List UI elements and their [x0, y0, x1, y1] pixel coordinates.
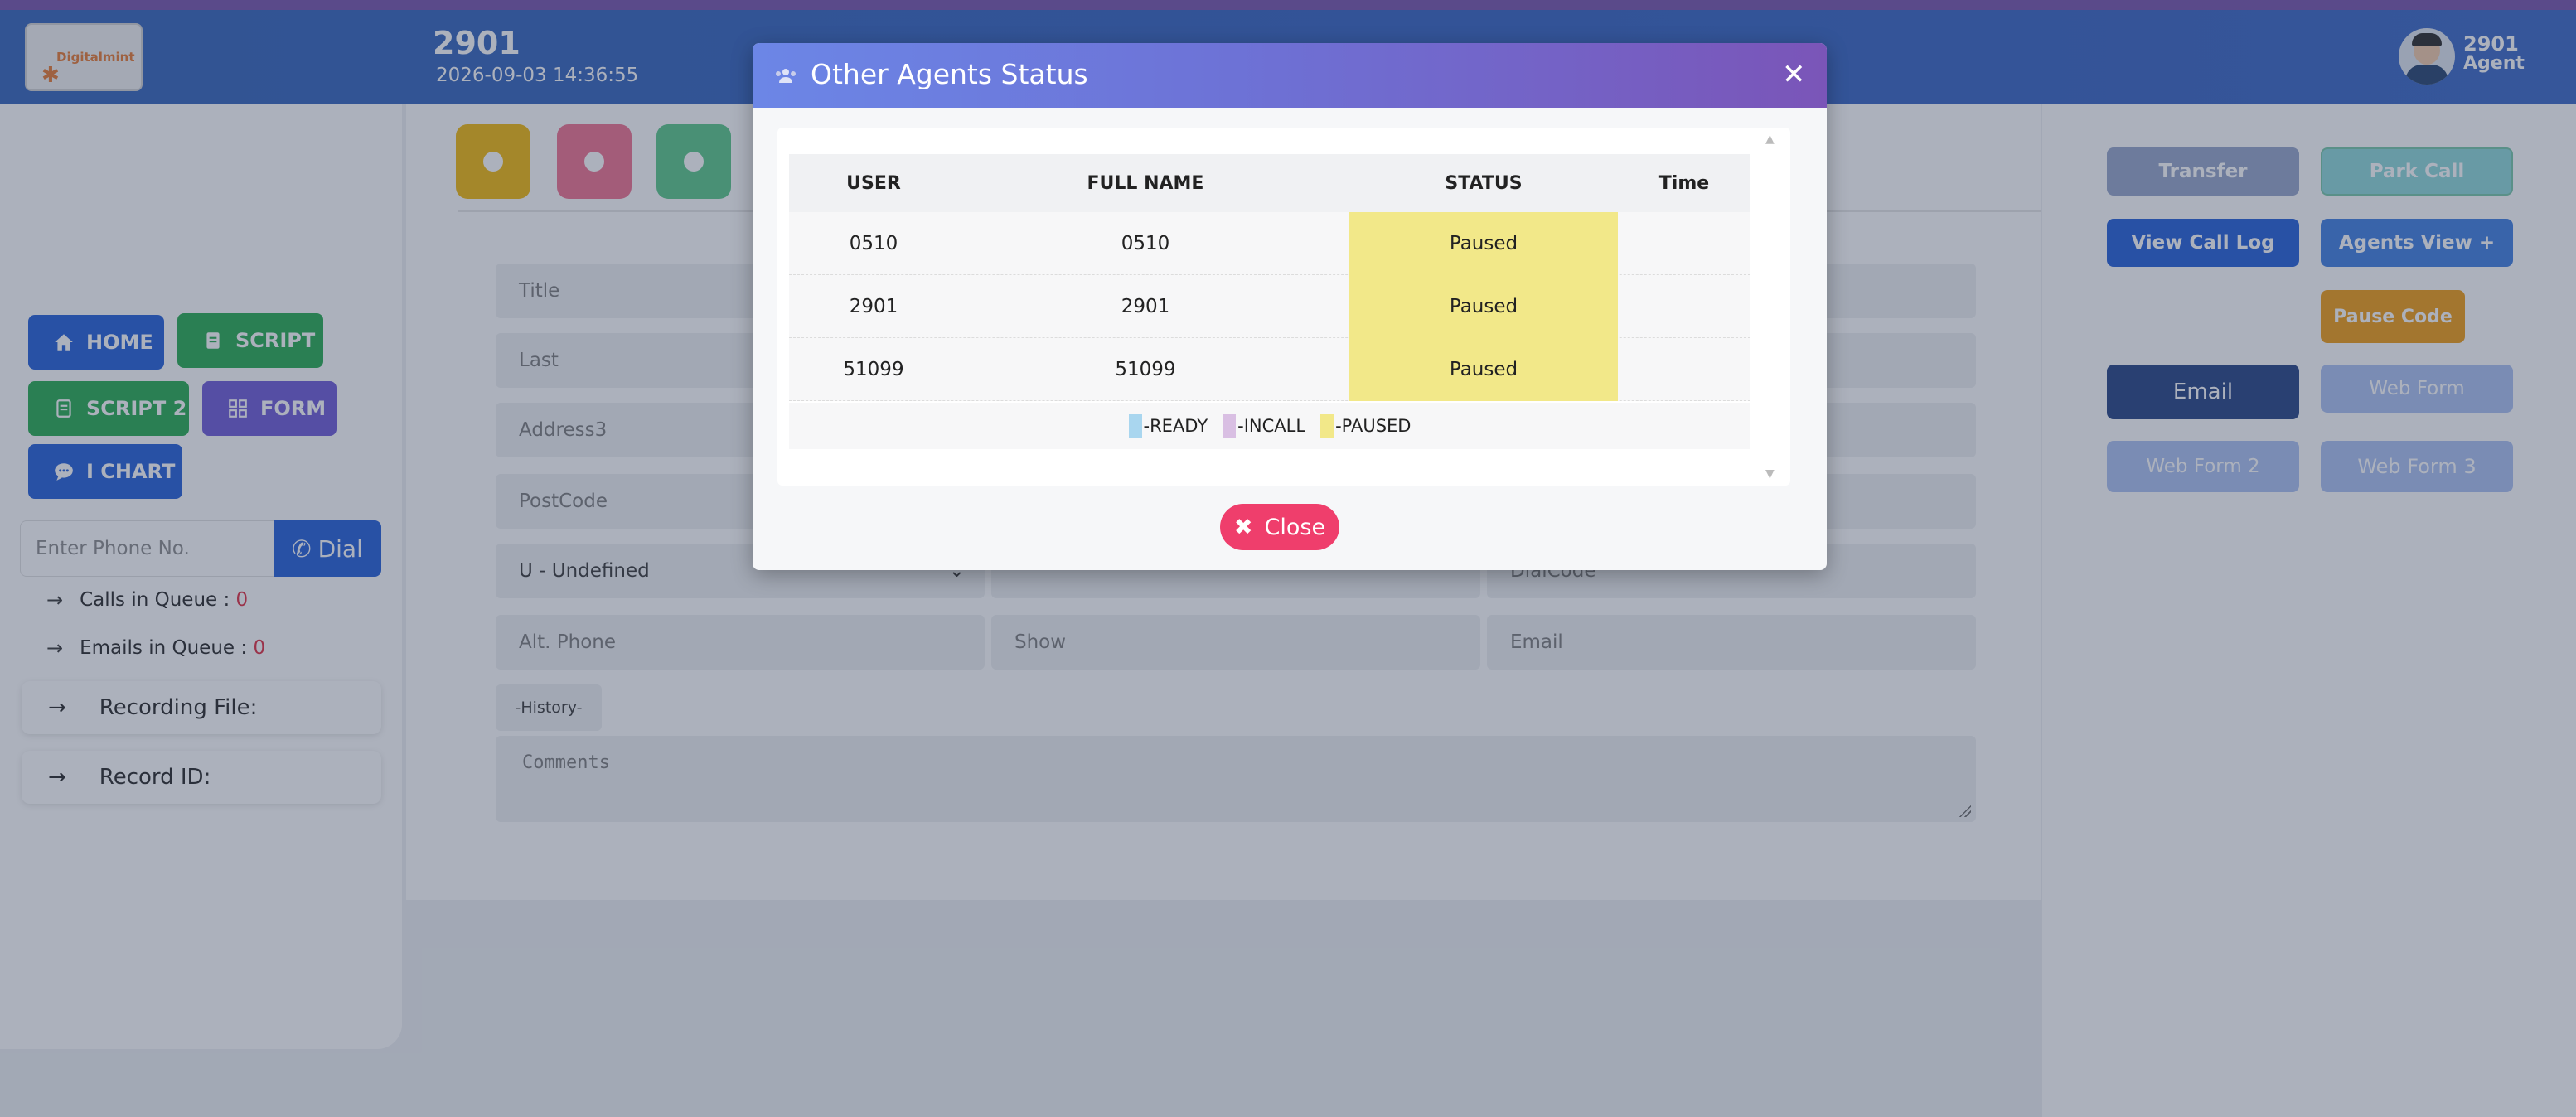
users-icon	[776, 69, 796, 83]
table-row[interactable]: 0510 0510 Paused	[789, 212, 1750, 275]
modal-header: Other Agents Status ✕	[753, 43, 1827, 108]
cell-user: 0510	[849, 233, 898, 254]
incall-swatch	[1223, 414, 1237, 438]
cell-user: 51099	[843, 359, 904, 380]
close-button[interactable]: ✖ Close	[1220, 504, 1339, 550]
legend-incall-label: -INCALL	[1237, 416, 1306, 436]
scroll-down-icon[interactable]: ▼	[1765, 467, 1775, 481]
top-strip	[0, 0, 2576, 10]
legend-paused-label: -PAUSED	[1335, 416, 1411, 436]
legend-paused: -PAUSED	[1320, 414, 1411, 438]
legend-ready-label: -READY	[1143, 416, 1208, 436]
cell-full-name: 2901	[1121, 296, 1170, 317]
status-legend: -READY -INCALL -PAUSED	[789, 403, 1750, 449]
legend-ready: -READY	[1128, 414, 1208, 438]
cell-time	[1618, 338, 1750, 401]
agents-status-modal: Other Agents Status ✕ ▲ ▼ USER FULL NAME…	[753, 43, 1827, 570]
cell-status: Paused	[1349, 212, 1618, 275]
cell-user: 2901	[849, 296, 898, 317]
cell-status: Paused	[1349, 338, 1618, 401]
cell-full-name: 51099	[1115, 359, 1176, 380]
table-row[interactable]: 51099 51099 Paused	[789, 338, 1750, 401]
table-row[interactable]: 2901 2901 Paused	[789, 275, 1750, 338]
close-button-label: Close	[1264, 514, 1326, 540]
cell-status: Paused	[1349, 275, 1618, 338]
cell-full-name: 0510	[1121, 233, 1170, 254]
cell-time	[1618, 275, 1750, 338]
ready-swatch	[1128, 414, 1142, 438]
column-user: USER	[846, 172, 901, 194]
paused-swatch	[1320, 414, 1334, 438]
column-time: Time	[1658, 172, 1710, 194]
column-status: STATUS	[1445, 172, 1523, 194]
modal-title: Other Agents Status	[811, 58, 1088, 90]
cell-time	[1618, 212, 1750, 275]
column-full-name: FULL NAME	[1087, 172, 1204, 194]
scroll-up-icon[interactable]: ▲	[1765, 133, 1775, 146]
table-header: USER FULL NAME STATUS Time	[789, 154, 1750, 212]
close-x-icon: ✖	[1233, 514, 1253, 540]
legend-incall: -INCALL	[1223, 414, 1305, 438]
close-icon[interactable]: ✕	[1782, 58, 1806, 91]
